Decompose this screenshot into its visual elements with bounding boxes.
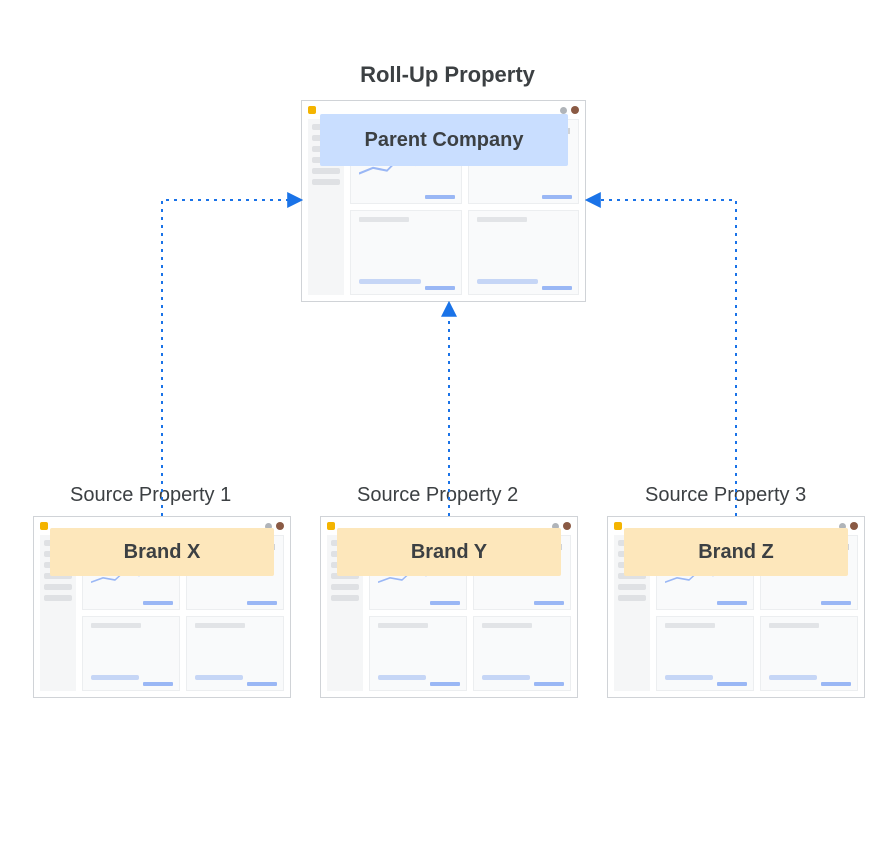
avatar-icon <box>571 106 579 114</box>
source-title-2: Source Property 2 <box>357 484 518 507</box>
analytics-logo-icon <box>327 522 335 530</box>
avatar-icon <box>563 522 571 530</box>
avatar-icon <box>276 522 284 530</box>
source-label-3: Brand Z <box>624 528 848 576</box>
source-label-2: Brand Y <box>337 528 561 576</box>
source-title-3: Source Property 3 <box>645 484 806 507</box>
avatar-icon <box>850 522 858 530</box>
diagram-canvas: Roll-Up Property <box>0 0 895 841</box>
diagram-title: Roll-Up Property <box>0 62 895 88</box>
arrow-source3-to-parent <box>588 200 736 516</box>
arrow-source1-to-parent <box>162 200 300 516</box>
analytics-logo-icon <box>40 522 48 530</box>
parent-label: Parent Company <box>320 114 568 166</box>
source-label-1: Brand X <box>50 528 274 576</box>
analytics-logo-icon <box>614 522 622 530</box>
kebab-icon <box>560 107 567 114</box>
analytics-logo-icon <box>308 106 316 114</box>
source-title-1: Source Property 1 <box>70 484 231 507</box>
